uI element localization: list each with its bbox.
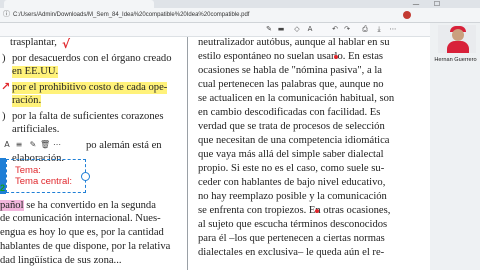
head-shape [452, 29, 464, 41]
text-line: pañol se ha convertido en la segunda [0, 200, 156, 212]
text-line: hablantes de que dispone, por la relativ… [0, 241, 171, 252]
text-line: no hay reemplazo posible y la comunicaci… [198, 191, 387, 202]
text-line: dialectales en exclusiva– le queda aún e… [198, 247, 385, 258]
text-line: en EE.UU. [12, 66, 59, 78]
font-size-icon[interactable]: ≡ [14, 138, 24, 151]
pdf-page-right: neutralizador autóbus, aunque al hablar … [188, 37, 430, 270]
pdf-page-left: trasplantar, √ ) por desacuerdos con el … [0, 37, 186, 270]
text-color-icon[interactable]: A [2, 138, 12, 151]
pdf-toolbar: ✎ ▬ ◇ A ↶ ↷ ⎙ ⤓ ⋯ [0, 23, 430, 37]
minimize-button[interactable]: — [409, 0, 423, 8]
browser-tab[interactable] [4, 0, 154, 8]
text-line: se enfrenta con tropiezos. En otras ocas… [198, 205, 391, 216]
text-line: engua es hoy lo que es, por la cantidad [0, 227, 164, 238]
redo-icon[interactable]: ↷ [342, 24, 352, 35]
text-line: neutralizador autóbus, aunque al hablar … [198, 37, 390, 48]
text-line-rest: se ha convertido en la segunda [23, 200, 156, 211]
draw-icon[interactable]: ✎ [264, 24, 274, 35]
url-field[interactable]: C:/Users/Admin/Downloads/M_Sem_84_Idea%2… [13, 9, 343, 21]
resize-handle[interactable] [81, 172, 90, 181]
text-line: artificiales. [12, 124, 60, 135]
text-icon[interactable]: A [305, 24, 315, 35]
text-line: por la falta de suficientes corazones [12, 111, 164, 122]
extension-icon[interactable] [403, 11, 411, 19]
annotation-toolbar: A ≡ ✎ 🗑 ⋯ [0, 138, 100, 151]
print-icon[interactable]: ⎙ [360, 24, 370, 35]
webcam-video [438, 25, 476, 53]
participant-name: Hernan Guerrero [434, 57, 477, 63]
highlighted-word: pañol [0, 200, 24, 211]
text-line: por el prohibitivo costo de cada ope- [12, 82, 168, 94]
textbox-line-1[interactable]: Tema: [15, 165, 41, 176]
more-icon[interactable]: ⋯ [52, 138, 62, 151]
text-line: que vaya más allá del simple saber diale… [198, 149, 384, 160]
highlight-icon[interactable]: ▬ [276, 24, 286, 35]
hand-mark-icon: ↗ [1, 80, 11, 93]
address-bar: ⓘ C:/Users/Admin/Downloads/M_Sem_84_Idea… [0, 8, 480, 23]
text-line: trasplantar, [10, 37, 57, 48]
edit-icon[interactable]: ✎ [28, 138, 38, 151]
text-line: estilo espontáneo no suelan usarlo. En e… [198, 51, 384, 62]
text-line: verdad que se trata de procesos de selec… [198, 121, 385, 132]
browser-tab-bar: — ☐ [0, 0, 480, 8]
annotation-dot [334, 55, 338, 59]
save-icon[interactable]: ⤓ [374, 24, 384, 35]
list-marker: ) [2, 111, 6, 122]
maximize-button[interactable]: ☐ [430, 0, 444, 8]
text-line: ceder con hablantes de bajo nivel educat… [198, 177, 386, 188]
annotation-textbox[interactable]: Tema: Tema central: [6, 159, 86, 193]
list-marker: ) [2, 53, 6, 64]
text-line: por desacuerdos con el órgano creado [12, 53, 172, 64]
text-line: que necesitan de una competencia idiomát… [198, 135, 390, 146]
more-icon[interactable]: ⋯ [388, 24, 398, 35]
textbox-line-2[interactable]: Tema central: [15, 176, 72, 187]
text-line: ración. [12, 95, 42, 107]
textbox-number: 2 [0, 183, 6, 193]
text-line: dad lingüística de sus zona... [0, 255, 122, 266]
text-line: se actualicen en la comunicación habitua… [198, 93, 395, 104]
body-shape [447, 41, 469, 53]
text-line: po alemán está en [86, 140, 162, 151]
text-line: ocasiones se habla de "nómina pasiva", a… [198, 65, 382, 76]
text-line: al sujeto que escucha términos desconoci… [198, 219, 388, 230]
undo-icon[interactable]: ↶ [330, 24, 340, 35]
delete-icon[interactable]: 🗑 [40, 138, 50, 151]
text-line: en cambio descodificadas con facilidad. … [198, 107, 381, 118]
erase-icon[interactable]: ◇ [292, 24, 302, 35]
text-line: propio. Si este no es el caso, como suel… [198, 163, 385, 174]
text-line: de comunicación internacional. Nues- [0, 213, 161, 224]
text-line: cual pertenecen las palabras que, aunque… [198, 79, 384, 90]
text-line: para él –los que pertenecen a ciertas no… [198, 233, 385, 244]
check-mark-icon: √ [62, 37, 71, 51]
annotation-dot [315, 209, 319, 213]
file-icon: ⓘ [3, 10, 10, 18]
